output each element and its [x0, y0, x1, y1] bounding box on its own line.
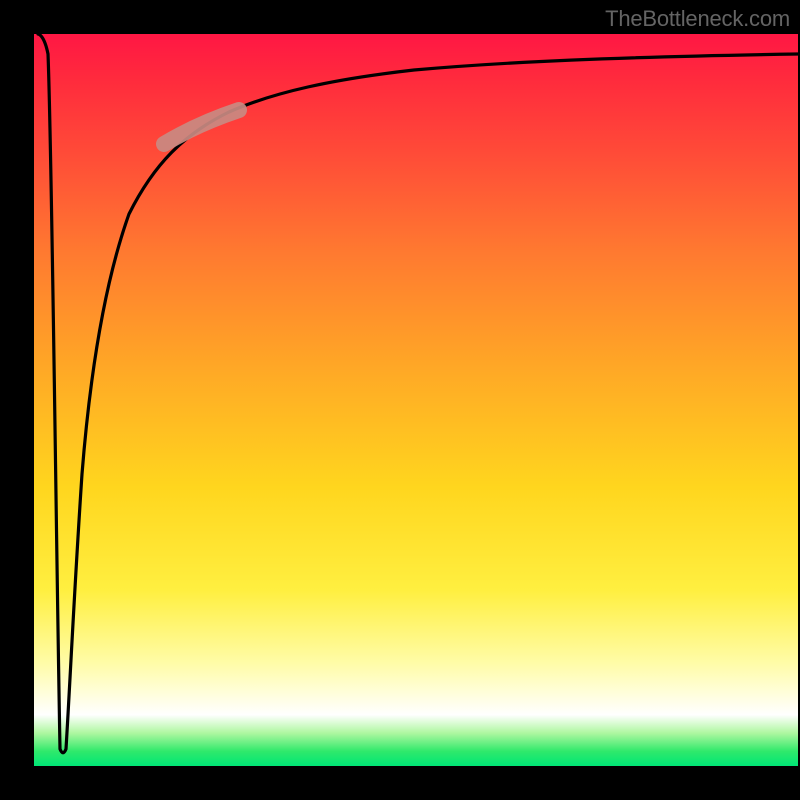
bottleneck-curve-path [38, 34, 798, 753]
curve-highlight-pill [164, 110, 239, 144]
bottleneck-curve-svg [34, 34, 798, 766]
watermark-text: TheBottleneck.com [605, 6, 790, 32]
chart-plot-area [34, 34, 798, 766]
